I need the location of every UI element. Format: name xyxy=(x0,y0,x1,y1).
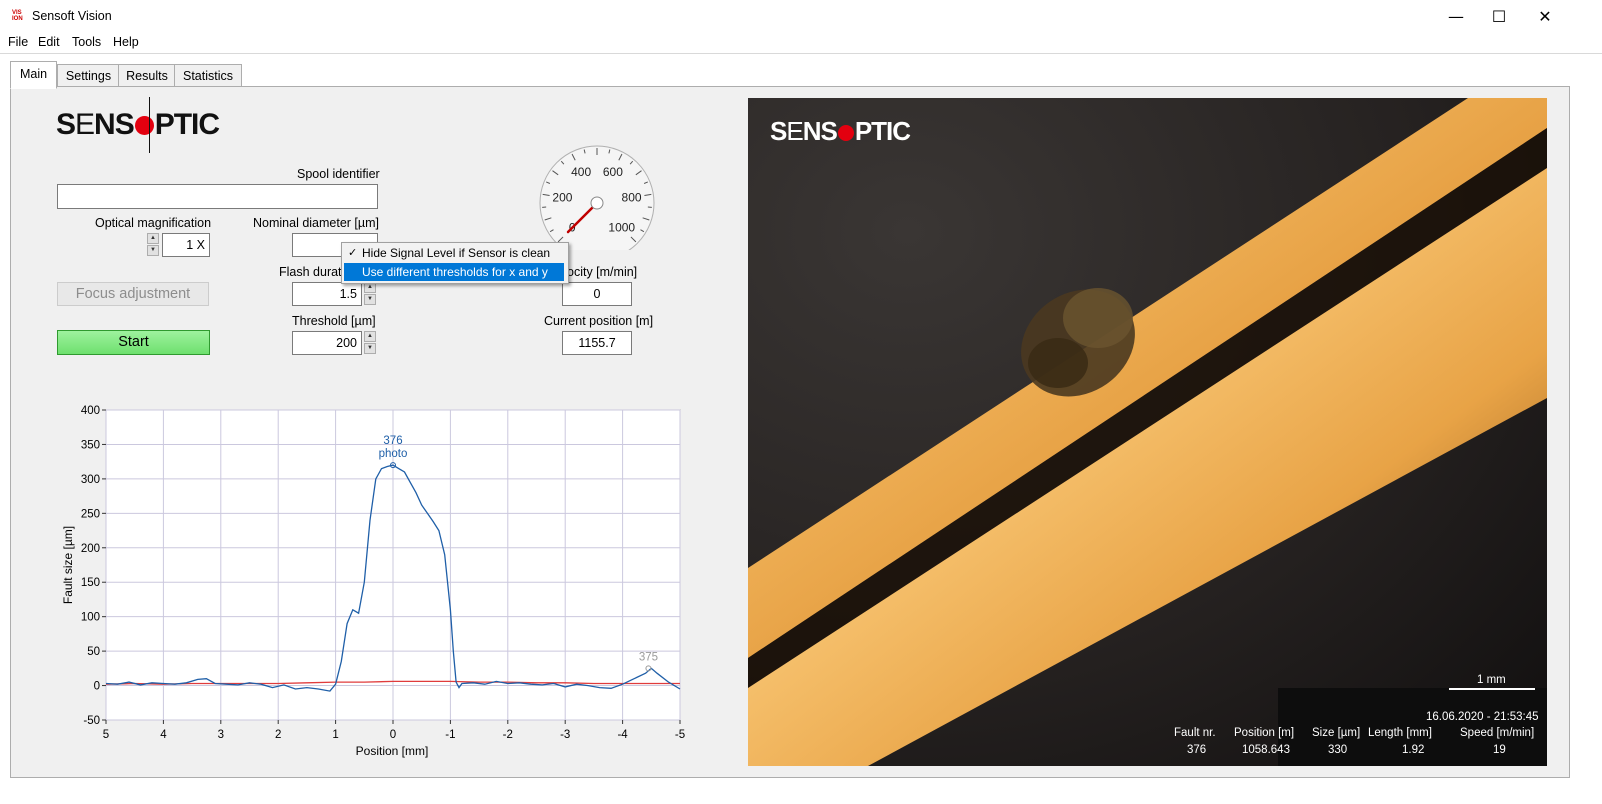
photo-timestamp: 16.06.2020 - 21:53:45 xyxy=(1426,711,1539,723)
threshold-label: Threshold [µm] xyxy=(292,314,376,328)
photo-logo: SENS PTIC xyxy=(770,116,911,146)
fault-size-chart: 5 4 3 2 1 0 -1 -2 -3 -4 -5 -50 0 50 100 150 200 250 300 350… xyxy=(61,405,685,758)
x-tick-label: -1 xyxy=(445,729,455,741)
velocity-gauge: 02004006008001000 xyxy=(539,145,655,250)
info-value-length: 1.92 xyxy=(1402,744,1425,756)
info-header-speed: Speed [m/min] xyxy=(1460,727,1535,739)
threshold-up-button[interactable]: ▲ xyxy=(364,331,376,342)
velocity-label: ocity [m/min] xyxy=(567,265,638,279)
optical-magnification-field[interactable]: 1 X xyxy=(162,233,210,257)
x-axis-label: Position [mm] xyxy=(356,744,429,758)
gauge-tick-label: 600 xyxy=(603,165,623,179)
ctx-item-label: Hide Signal Level if Sensor is clean xyxy=(362,246,551,260)
y-tick-label: 400 xyxy=(81,405,100,417)
x-tick-label: -2 xyxy=(503,729,513,741)
ctx-item-label: Use different thresholds for x and y xyxy=(362,265,548,279)
x-tick-label: 0 xyxy=(390,729,396,741)
x-tick-label: -4 xyxy=(617,729,628,741)
current-position-label: Current position [m] xyxy=(544,314,654,328)
info-value-fault-nr: 376 xyxy=(1187,744,1207,756)
y-tick-label: 250 xyxy=(81,508,100,520)
info-value-size: 330 xyxy=(1328,744,1348,756)
menu-separator xyxy=(0,53,1602,54)
x-tick-label: 4 xyxy=(160,729,167,741)
annotation-label: 375 xyxy=(639,651,658,663)
magnification-down-button[interactable]: ▼ xyxy=(147,245,159,256)
gauge-tick-label: 800 xyxy=(622,191,642,205)
title-bar: VIS ION Sensoft Vision — ☐ ✕ xyxy=(0,0,1602,33)
context-menu: ✓ Hide Signal Level if Sensor is clean U… xyxy=(341,242,569,284)
fault-photo-image xyxy=(748,98,1547,766)
tab-results[interactable]: Results xyxy=(118,64,176,88)
gauge-tick-label: 200 xyxy=(552,191,572,205)
menu-tools[interactable]: Tools xyxy=(68,35,105,49)
info-header-length: Length [mm] xyxy=(1368,727,1432,739)
scale-bar-label: 1 mm xyxy=(1477,674,1506,686)
nominal-diameter-label: Nominal diameter [µm] xyxy=(253,216,379,230)
y-axis-label: Fault size [µm] xyxy=(61,526,75,604)
check-icon: ✓ xyxy=(348,246,358,259)
threshold-field[interactable]: 200 xyxy=(292,331,362,355)
threshold-down-button[interactable]: ▼ xyxy=(364,343,376,354)
sensoptic-logo: SENS PTIC xyxy=(56,108,220,141)
logo-crosshair-v xyxy=(149,97,150,153)
y-tick-label: 300 xyxy=(81,474,100,486)
maximize-icon[interactable]: ☐ xyxy=(1476,0,1522,33)
app-icon[interactable]: VIS ION xyxy=(12,10,24,22)
minimize-icon[interactable]: — xyxy=(1433,0,1479,33)
start-button[interactable]: Start xyxy=(57,330,210,355)
menu-help[interactable]: Help xyxy=(109,35,143,49)
spool-identifier-label: Spool identifier xyxy=(297,167,380,181)
gauge-tick-label: 400 xyxy=(571,165,591,179)
info-header-position: Position [m] xyxy=(1234,727,1295,739)
annotation-label: photo xyxy=(379,448,408,460)
focus-adjustment-button[interactable]: Focus adjustment xyxy=(57,282,209,306)
tab-settings[interactable]: Settings xyxy=(57,64,120,88)
menu-file[interactable]: File xyxy=(4,35,32,49)
velocity-field: 0 xyxy=(562,282,632,306)
y-tick-label: 150 xyxy=(81,577,100,589)
ctx-item-different-thresholds[interactable]: Use different thresholds for x and y xyxy=(344,263,564,281)
y-tick-label: 50 xyxy=(87,646,100,658)
x-tick-label: -5 xyxy=(675,729,685,741)
info-value-speed: 19 xyxy=(1493,744,1506,756)
optical-magnification-label: Optical magnification xyxy=(95,216,212,230)
y-tick-label: 100 xyxy=(81,612,100,624)
menu-bar: File Edit Tools Help xyxy=(0,33,1602,53)
close-icon[interactable]: ✕ xyxy=(1522,0,1568,33)
y-tick-label: 0 xyxy=(94,681,100,693)
y-tick-label: 350 xyxy=(81,439,100,451)
x-tick-label: -3 xyxy=(560,729,570,741)
magnification-up-button[interactable]: ▲ xyxy=(147,233,159,244)
current-position-field: 1155.7 xyxy=(562,331,632,355)
annotation-label: 376 xyxy=(383,435,402,447)
fault-photo: SENS PTIC 1 mm 16.06.2020 - 21:53:45 Faul… xyxy=(748,98,1547,766)
flash-down-button[interactable]: ▼ xyxy=(364,294,376,305)
scale-bar xyxy=(1449,688,1535,690)
tab-statistics[interactable]: Statistics xyxy=(174,64,242,88)
x-tick-label: 5 xyxy=(103,729,109,741)
window-title: Sensoft Vision xyxy=(32,9,112,23)
y-tick-label: 200 xyxy=(81,543,100,555)
tab-main[interactable]: Main xyxy=(10,61,57,89)
info-header-fault-nr: Fault nr. xyxy=(1174,727,1216,739)
ctx-item-hide-signal[interactable]: ✓ Hide Signal Level if Sensor is clean xyxy=(344,244,564,262)
flash-duration-field[interactable]: 1.5 xyxy=(292,282,362,306)
x-tick-label: 3 xyxy=(218,729,224,741)
gauge-hub xyxy=(590,196,604,210)
x-tick-label: 2 xyxy=(275,729,281,741)
menu-edit[interactable]: Edit xyxy=(34,35,64,49)
spool-identifier-input[interactable] xyxy=(57,184,378,209)
gauge-tick-label: 1000 xyxy=(608,221,635,235)
info-header-size: Size [µm] xyxy=(1312,727,1361,739)
y-tick-label: -50 xyxy=(83,715,100,727)
x-tick-label: 1 xyxy=(332,729,338,741)
info-value-position: 1058.643 xyxy=(1242,744,1290,756)
